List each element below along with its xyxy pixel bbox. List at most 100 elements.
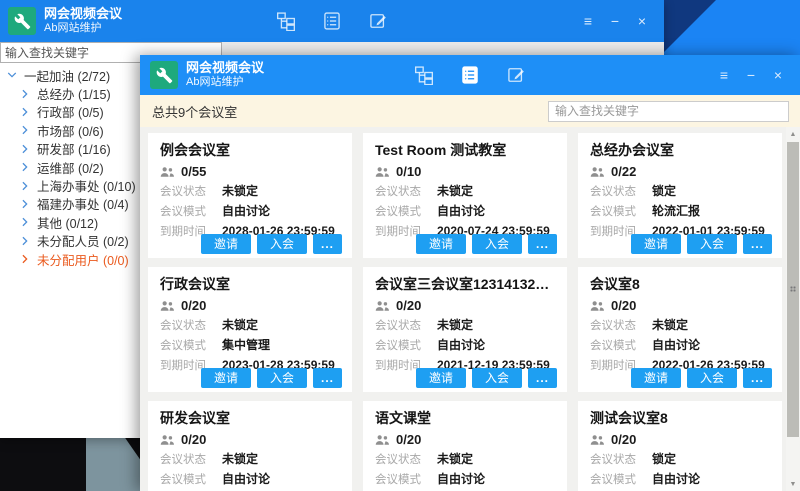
- join-button[interactable]: 入会: [687, 234, 737, 254]
- status-label: 会议状态: [160, 186, 222, 199]
- join-button[interactable]: 入会: [257, 234, 307, 254]
- scrollbar-grip-icon: [790, 286, 796, 294]
- scrollbar-thumb[interactable]: [787, 142, 799, 437]
- invite-button[interactable]: 邀请: [416, 368, 466, 388]
- participant-count-row: 0/20: [375, 432, 555, 447]
- scroll-up-icon[interactable]: ▲: [786, 127, 800, 141]
- card-actions: 邀请 入会 ...: [631, 368, 772, 388]
- more-button[interactable]: ...: [313, 234, 342, 254]
- app-subtitle: Ab网站维护: [186, 76, 264, 89]
- status-value: 锁定: [652, 453, 676, 466]
- chevron-right-icon[interactable]: [21, 235, 34, 247]
- status-label: 会议状态: [375, 320, 437, 333]
- room-name: Test Room 测试教室: [375, 141, 555, 159]
- more-button[interactable]: ...: [743, 368, 772, 388]
- chevron-right-icon[interactable]: [8, 69, 21, 81]
- close-button[interactable]: ×: [632, 11, 652, 31]
- room-name: 总经办会议室: [590, 141, 770, 159]
- join-button[interactable]: 入会: [687, 368, 737, 388]
- mode-value: 自由讨论: [437, 473, 485, 486]
- status-label: 会议状态: [590, 320, 652, 333]
- org-chart-icon[interactable]: [275, 10, 297, 32]
- participant-count-row: 0/55: [160, 164, 340, 179]
- room-list-icon[interactable]: [321, 10, 343, 32]
- mode-value: 轮流汇报: [652, 205, 700, 218]
- participant-count-row: 0/20: [160, 298, 340, 313]
- chevron-right-icon[interactable]: [21, 180, 34, 192]
- chevron-right-icon[interactable]: [21, 198, 34, 210]
- mode-row: 会议模式 集中管理: [160, 339, 340, 353]
- participant-count-row: 0/20: [160, 432, 340, 447]
- room-search-input[interactable]: [548, 101, 789, 122]
- invite-button[interactable]: 邀请: [631, 368, 681, 388]
- meeting-room-card: 例会会议室 0/55 会议状态 未锁定 会议模式 自由讨论 到期时间 2028-…: [148, 133, 352, 258]
- join-button[interactable]: 入会: [472, 234, 522, 254]
- more-button[interactable]: ...: [528, 234, 557, 254]
- mode-label: 会议模式: [375, 340, 437, 353]
- chevron-right-icon[interactable]: [21, 216, 34, 228]
- wallpaper-slate-triangle: [86, 437, 141, 491]
- meeting-rooms-window: 网会视频会议 Ab网站维护 ≡ − × 总共9个会议室 例会会议室: [140, 55, 800, 491]
- status-row: 会议状态 锁定: [590, 185, 770, 199]
- chevron-right-icon[interactable]: [21, 143, 34, 155]
- participant-count: 0/20: [611, 298, 636, 313]
- mode-row: 会议模式 自由讨论: [375, 473, 555, 487]
- chevron-right-icon[interactable]: [21, 124, 34, 136]
- invite-button[interactable]: 邀请: [201, 368, 251, 388]
- participants-icon: [590, 166, 605, 178]
- status-value: 未锁定: [437, 319, 473, 332]
- invite-button[interactable]: 邀请: [416, 234, 466, 254]
- status-row: 会议状态 未锁定: [160, 319, 340, 333]
- mode-label: 会议模式: [160, 340, 222, 353]
- more-button[interactable]: ...: [313, 368, 342, 388]
- tree-item-label: 市场部 (0/6): [37, 121, 104, 140]
- background-window-controls: ≡ − ×: [578, 11, 652, 31]
- desktop-wallpaper-bottom-left: [0, 437, 141, 491]
- more-button[interactable]: ...: [743, 234, 772, 254]
- menu-icon[interactable]: ≡: [714, 65, 734, 85]
- status-label: 会议状态: [160, 454, 222, 467]
- participant-count: 0/20: [396, 298, 421, 313]
- tree-item-label: 未分配人员 (0/2): [37, 231, 129, 250]
- room-name: 例会会议室: [160, 141, 340, 159]
- mode-value: 自由讨论: [652, 473, 700, 486]
- mode-label: 会议模式: [590, 474, 652, 487]
- card-actions: 邀请 入会 ...: [416, 234, 557, 254]
- mode-label: 会议模式: [160, 474, 222, 487]
- minimize-button[interactable]: −: [605, 11, 625, 31]
- meeting-room-card: 研发会议室 0/20 会议状态 未锁定 会议模式 自由讨论 到期时间 2022-…: [148, 401, 352, 491]
- app-logo: [150, 61, 178, 89]
- status-row: 会议状态 未锁定: [375, 185, 555, 199]
- chevron-right-icon[interactable]: [21, 253, 34, 265]
- invite-button[interactable]: 邀请: [201, 234, 251, 254]
- edit-icon[interactable]: [367, 10, 389, 32]
- room-name: 测试会议室8: [590, 409, 770, 427]
- status-label: 会议状态: [160, 320, 222, 333]
- chevron-right-icon[interactable]: [21, 88, 34, 100]
- mode-row: 会议模式 自由讨论: [375, 339, 555, 353]
- tree-item-label: 其他 (0/12): [37, 213, 98, 232]
- org-chart-icon[interactable]: [413, 64, 435, 86]
- vertical-scrollbar[interactable]: ▲ ▼: [786, 127, 800, 491]
- scroll-down-icon[interactable]: ▼: [786, 477, 800, 491]
- room-name: 会议室8: [590, 275, 770, 293]
- participant-count: 0/20: [181, 432, 206, 447]
- close-button[interactable]: ×: [768, 65, 788, 85]
- participant-count: 0/20: [181, 298, 206, 313]
- status-row: 会议状态 未锁定: [375, 319, 555, 333]
- room-list-icon-active[interactable]: [459, 64, 481, 86]
- invite-button[interactable]: 邀请: [631, 234, 681, 254]
- edit-icon[interactable]: [505, 64, 527, 86]
- mode-value: 自由讨论: [437, 339, 485, 352]
- status-label: 会议状态: [375, 186, 437, 199]
- chevron-right-icon[interactable]: [21, 106, 34, 118]
- tree-item-label: 行政部 (0/5): [37, 102, 104, 121]
- room-card-grid: 例会会议室 0/55 会议状态 未锁定 会议模式 自由讨论 到期时间 2028-…: [140, 127, 800, 491]
- minimize-button[interactable]: −: [741, 65, 761, 85]
- meeting-room-card: 会议室8 0/20 会议状态 未锁定 会议模式 自由讨论 到期时间 2022-0…: [578, 267, 782, 392]
- join-button[interactable]: 入会: [257, 368, 307, 388]
- chevron-right-icon[interactable]: [21, 161, 34, 173]
- more-button[interactable]: ...: [528, 368, 557, 388]
- join-button[interactable]: 入会: [472, 368, 522, 388]
- menu-icon[interactable]: ≡: [578, 11, 598, 31]
